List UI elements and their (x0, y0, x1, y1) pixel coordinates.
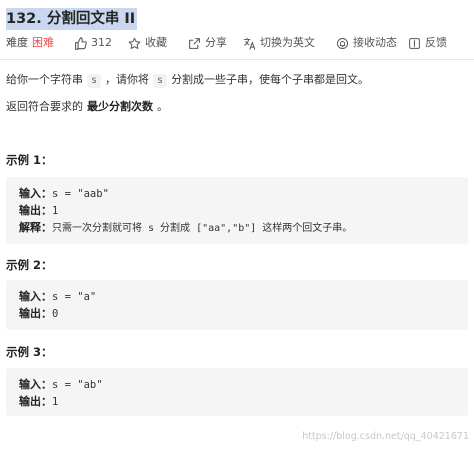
explanation-value: 只需一次分割就可将 s 分割成 ["aa","b"] 这样两个回文子串。 (52, 223, 353, 234)
star-icon (128, 37, 141, 50)
example-2-output: 输出：0 (19, 305, 468, 322)
translate-icon (243, 37, 256, 50)
output-label: 输出： (19, 307, 52, 320)
output-label: 输出： (19, 395, 52, 408)
description-text: ，请你将 (105, 73, 150, 86)
input-label: 输入： (19, 187, 52, 200)
share-icon (188, 37, 201, 50)
problem-toolbar: 难度 困难 312 收藏 分享 切换为英文 接收动态 反馈 (6, 35, 468, 51)
notify-button[interactable]: 接收动态 (336, 35, 397, 51)
share-button[interactable]: 分享 (188, 35, 227, 51)
output-value: 1 (52, 205, 59, 217)
input-value: s = "aab" (52, 188, 109, 200)
example-1-explanation: 解释：只需一次分割就可将 s 分割成 ["aa","b"] 这样两个回文子串。 (19, 219, 468, 236)
description-text: 分割成一些子串，使每个子串都是回文。 (171, 73, 370, 86)
like-button[interactable]: 312 (74, 35, 112, 51)
problem-title: 132. 分割回文串 II (6, 8, 138, 30)
favorite-button[interactable]: 收藏 (128, 35, 167, 51)
favorite-label: 收藏 (145, 36, 167, 49)
example-2-box: 输入：s = "a" 输出：0 (6, 280, 468, 330)
description-emphasis: 最少分割次数 (87, 100, 153, 113)
feedback-icon (408, 37, 421, 50)
example-1-title: 示例 1： (6, 153, 53, 167)
example-2-title: 示例 2： (6, 258, 53, 272)
inline-code: s (87, 74, 102, 88)
example-3-box: 输入：s = "ab" 输出：1 (6, 368, 468, 416)
input-value: s = "ab" (52, 379, 103, 391)
share-label: 分享 (205, 36, 227, 49)
description-text: 。 (157, 100, 168, 113)
example-3-output: 输出：1 (19, 393, 468, 410)
input-label: 输入： (19, 378, 52, 391)
likes-count: 312 (91, 36, 112, 49)
output-label: 输出： (19, 204, 52, 217)
example-1-box: 输入：s = "aab" 输出：1 解释：只需一次分割就可将 s 分割成 ["a… (6, 177, 468, 244)
header-divider (0, 59, 474, 60)
explanation-label: 解释： (19, 221, 52, 234)
output-value: 0 (52, 308, 59, 320)
difficulty-value: 困难 (32, 36, 54, 49)
notify-label: 接收动态 (353, 36, 397, 49)
bell-icon (336, 37, 349, 50)
input-label: 输入： (19, 290, 52, 303)
output-value: 1 (52, 396, 59, 408)
example-1-input: 输入：s = "aab" (19, 185, 468, 202)
thumbs-up-icon (74, 36, 87, 50)
difficulty-label: 难度 (6, 36, 28, 49)
description-text: 返回符合要求的 (6, 100, 83, 113)
inline-code: s (153, 74, 168, 88)
example-1-output: 输出：1 (19, 202, 468, 219)
example-2-input: 输入：s = "a" (19, 288, 468, 305)
description-text: 给你一个字符串 (6, 73, 83, 86)
description-line-2: 返回符合要求的 最少分割次数。 (6, 99, 168, 115)
difficulty-indicator: 难度 困难 (6, 35, 54, 51)
feedback-button[interactable]: 反馈 (408, 35, 447, 51)
switch-language-button[interactable]: 切换为英文 (243, 35, 315, 51)
switch-language-label: 切换为英文 (260, 36, 315, 49)
example-3-input: 输入：s = "ab" (19, 376, 468, 393)
description-line-1: 给你一个字符串 s ，请你将 s 分割成一些子串，使每个子串都是回文。 (6, 72, 369, 88)
feedback-label: 反馈 (425, 36, 447, 49)
watermark: https://blog.csdn.net/qq_40421671 (302, 431, 469, 442)
input-value: s = "a" (52, 291, 97, 303)
example-3-title: 示例 3： (6, 345, 53, 359)
